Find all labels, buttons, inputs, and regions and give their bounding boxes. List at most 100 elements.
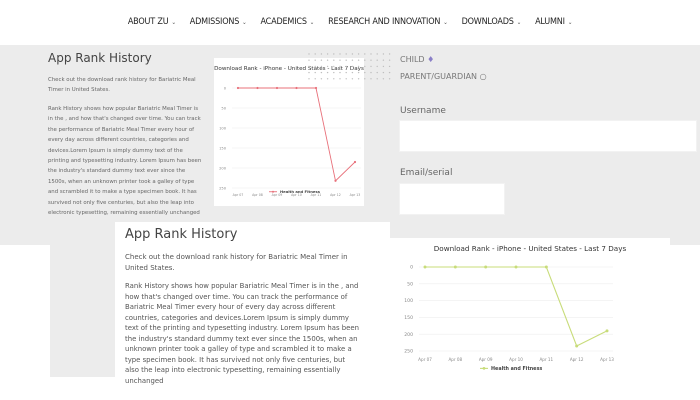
nav-label: ADMISSIONS: [189, 17, 240, 27]
child-label: CHILD: [400, 55, 425, 64]
decoration-dot: [357, 65, 360, 68]
decoration-dot: [308, 59, 310, 61]
decoration-dot: [376, 59, 378, 61]
data-point: [275, 86, 279, 90]
decoration-dot: [376, 78, 378, 80]
decoration-dot: [345, 53, 347, 55]
decoration-dot: [314, 59, 316, 61]
y-tick-label: 150: [219, 146, 227, 150]
data-point: [334, 179, 337, 182]
nav-item-academics[interactable]: ACADEMICS ⌄: [261, 17, 315, 27]
email-input[interactable]: [399, 183, 505, 215]
top-panel-body: Rank History shows how popular Bariatric…: [48, 106, 202, 217]
decoration-dot: [388, 59, 391, 61]
decoration-dot: [326, 71, 329, 74]
rank-chart-bottom: 0 50 100 150 200 250 Apr 07 Apr 08 Apr 09 Apr 10 A…: [404, 265, 614, 372]
y-tick-label: 50: [407, 281, 413, 287]
y-tick-label: 250: [219, 186, 227, 190]
nav-label: DOWNLOADS: [461, 17, 514, 27]
decoration-dot: [320, 71, 323, 74]
data-point: [453, 265, 457, 269]
nav-label: RESEARCH AND INNOVATION: [328, 17, 441, 27]
decoration-dot: [388, 65, 391, 68]
data-point: [236, 86, 240, 90]
decoration-dot: [351, 59, 354, 61]
decoration-dot: [364, 53, 366, 55]
data-point: [295, 86, 298, 90]
series-line: [238, 87, 356, 182]
decoration-dot: [376, 71, 378, 74]
decoration-dot: [339, 65, 341, 68]
decoration-dot: [345, 59, 347, 61]
nav-item-research[interactable]: RESEARCH AND INNOVATION ⌄: [328, 17, 448, 27]
decoration-dot: [333, 59, 335, 61]
y-tick-label: 100: [219, 126, 227, 130]
nav-label: ABOUT ZU: [127, 17, 169, 27]
x-tick-label: Apr 11: [539, 357, 553, 362]
decoration-dot: [351, 78, 354, 80]
nav-item-alumni[interactable]: ALUMNI ⌄: [535, 17, 572, 27]
decoration-dot: [376, 53, 378, 55]
decoration-dot: [345, 71, 347, 74]
decoration-dot: [382, 59, 385, 61]
decoration-dot: [370, 71, 372, 74]
data-point: [256, 86, 259, 90]
decoration-dot: [351, 71, 354, 74]
y-tick-label: 100: [404, 298, 413, 304]
chevron-down-icon: ⌄: [242, 18, 247, 26]
decoration-dot: [314, 65, 316, 68]
decoration-dot: [308, 78, 310, 80]
decoration-dot: [364, 71, 366, 74]
data-point: [314, 86, 318, 90]
child-option[interactable]: CHILD ♦: [400, 55, 434, 64]
decoration-dot: [333, 53, 335, 55]
decoration-dot: [388, 71, 391, 74]
decoration-dot: [364, 59, 366, 61]
decoration-dot: [370, 59, 372, 61]
nav-item-admissions[interactable]: ADMISSIONS ⌄: [190, 17, 247, 27]
decoration-dot: [320, 53, 323, 55]
nav-item-downloads[interactable]: DOWNLOADS ⌄: [462, 17, 522, 27]
data-point: [544, 265, 548, 269]
decoration-dot: [382, 53, 385, 55]
x-tick-label: Apr 12: [570, 357, 584, 362]
username-input[interactable]: [399, 120, 697, 152]
y-tick-label: 200: [219, 166, 227, 170]
x-tick-label: Apr 07: [418, 357, 432, 362]
x-tick-label: Apr 07: [233, 193, 244, 197]
parent-label: PARENT/GUARDIAN: [400, 72, 478, 81]
x-tick-label: Apr 08: [252, 193, 263, 197]
bottom-panel-title: App Rank History: [125, 227, 238, 242]
decoration-dot: [333, 78, 335, 80]
nav-item-about[interactable]: ABOUT ZU ⌄: [128, 17, 176, 27]
bottom-panel-intro: Check out the download rank history for …: [125, 253, 348, 272]
y-tick-label: 0: [410, 265, 413, 271]
x-tick-label: Apr 10: [509, 357, 523, 362]
parent-option[interactable]: PARENT/GUARDIAN ○: [400, 72, 487, 81]
decoration-dot: [357, 78, 360, 80]
decoration-dot: [308, 71, 310, 74]
decoration-dot: [320, 78, 323, 80]
chevron-down-icon: ⌄: [171, 18, 176, 26]
decoration-dot: [320, 59, 323, 61]
decoration-dot: [326, 59, 329, 61]
top-navigation: ABOUT ZU ⌄ ADMISSIONS ⌄ ACADEMICS ⌄ RESEARC…: [0, 0, 700, 44]
decoration-dot: [326, 78, 329, 80]
decoration-dot: [388, 53, 391, 55]
decoration-dot: [357, 59, 360, 61]
chevron-down-icon: ⌄: [516, 18, 522, 26]
data-point: [605, 329, 609, 333]
legend-marker: [482, 367, 486, 370]
decoration-dot: [345, 78, 347, 80]
data-point: [575, 344, 579, 348]
decoration-dot: [339, 71, 341, 74]
decoration-dot: [339, 53, 341, 55]
dot-pattern-decoration: [308, 53, 391, 80]
decoration-dot: [351, 65, 354, 68]
x-tick-label: Apr 08: [448, 357, 462, 362]
decoration-dot: [357, 71, 360, 74]
x-tick-label: Apr 09: [479, 357, 493, 362]
y-tick-label: 200: [404, 332, 413, 338]
decoration-dot: [333, 71, 335, 74]
data-point: [423, 265, 427, 269]
